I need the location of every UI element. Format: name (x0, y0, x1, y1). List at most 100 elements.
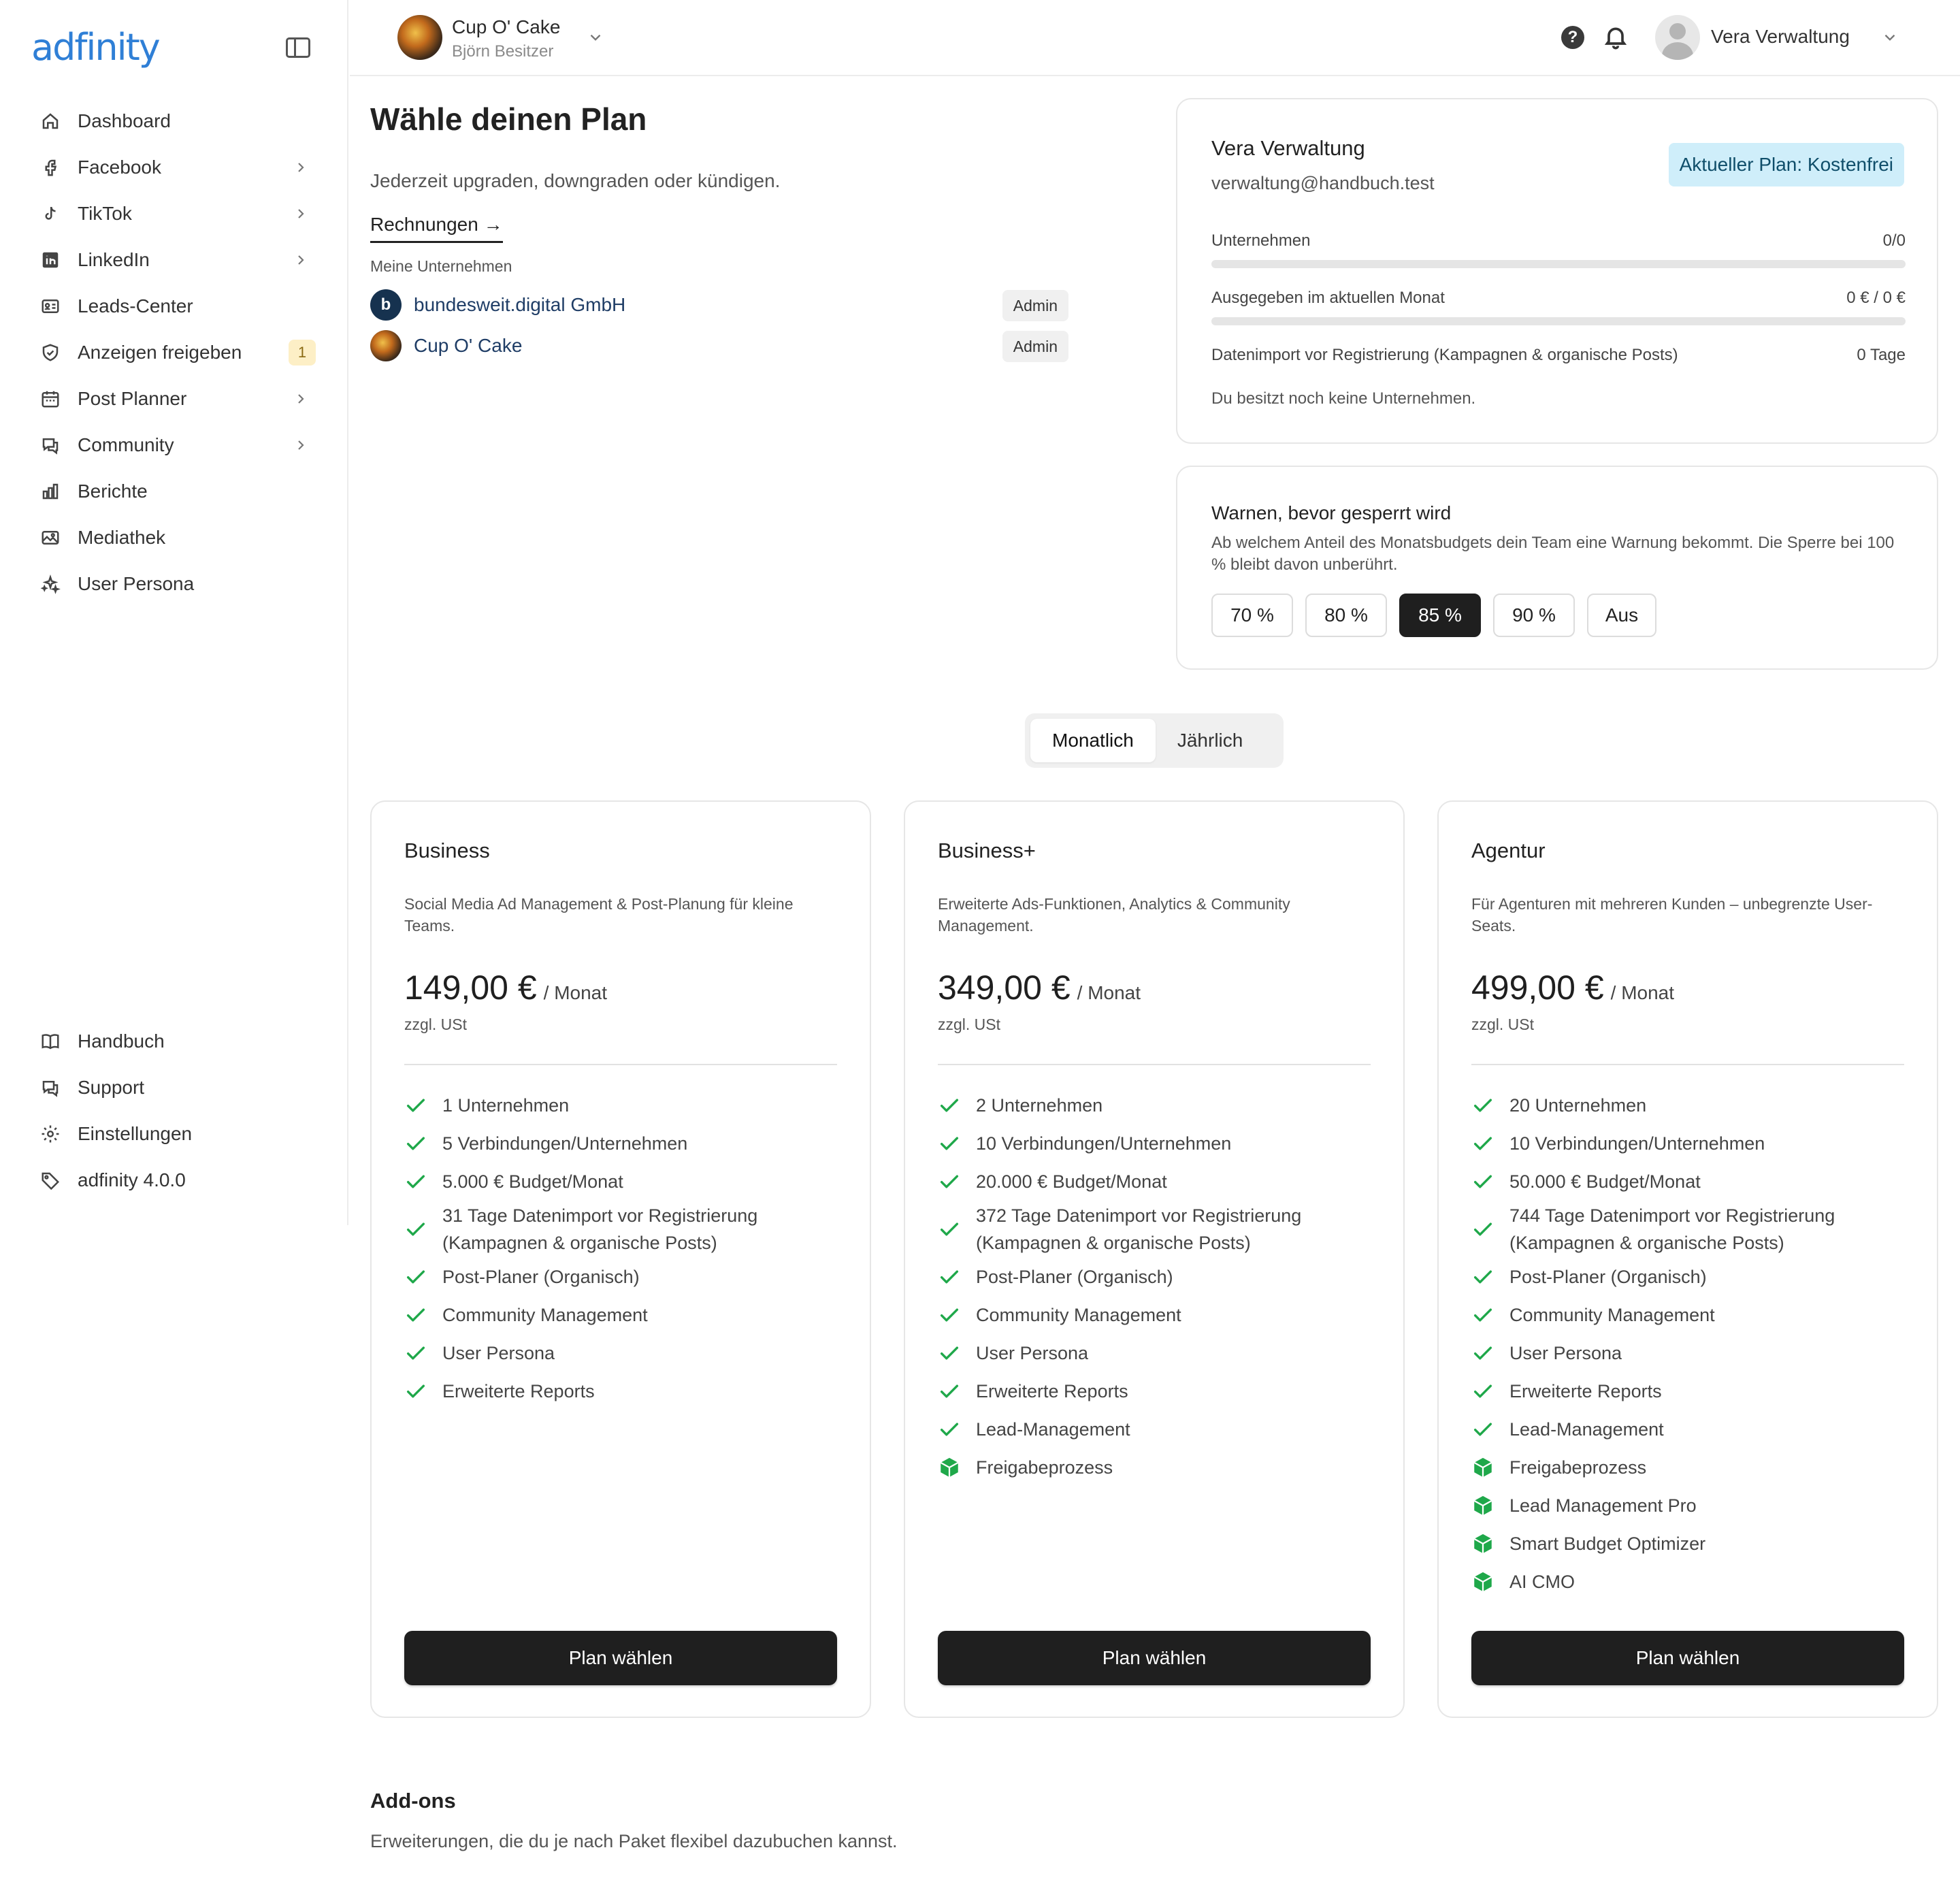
check-icon (1471, 1094, 1494, 1117)
feature-item: Post-Planer (Organisch) (404, 1258, 840, 1296)
sidebar-item-adfinity-4-0-0[interactable]: adfinity 4.0.0 (0, 1157, 348, 1203)
sidebar-item-mediathek[interactable]: Mediathek (0, 515, 348, 561)
threshold-option-80[interactable]: 80 % (1305, 594, 1387, 637)
sidebar-item-dashboard[interactable]: Dashboard (0, 98, 348, 144)
sidebar-item-post-planner[interactable]: Post Planner (0, 376, 348, 422)
check-icon (404, 1170, 427, 1193)
plan-card-agentur: Agentur Für Agenturen mit mehreren Kunden… (1437, 800, 1938, 1718)
choose-plan-button[interactable]: Plan wählen (404, 1631, 837, 1685)
feature-label: 10 Verbindungen/Unternehmen (976, 1133, 1232, 1154)
my-companies-label: Meine Unternehmen (370, 257, 512, 275)
sidebar-toggle-icon[interactable] (286, 37, 310, 58)
sidebar-item-leads-center[interactable]: Leads-Center (0, 283, 348, 329)
company-switcher-name[interactable]: Cup O' Cake (452, 16, 560, 38)
invoices-link[interactable]: Rechnungen → (370, 214, 503, 243)
check-icon (1471, 1265, 1494, 1288)
metric-label: Unternehmen (1211, 231, 1311, 250)
sidebar-item-user-persona[interactable]: User Persona (0, 561, 348, 607)
sidebar-item-berichte[interactable]: Berichte (0, 468, 348, 515)
feature-item: 10 Verbindungen/Unternehmen (938, 1124, 1373, 1163)
feature-item: Community Management (404, 1296, 840, 1334)
company-row[interactable]: b bundesweit.digital GmbH Admin (370, 287, 1068, 323)
feature-item: Post-Planer (Organisch) (938, 1258, 1373, 1296)
bell-icon[interactable] (1602, 23, 1629, 50)
user-avatar[interactable] (1655, 15, 1700, 60)
feature-label: Freigabeprozess (976, 1457, 1113, 1478)
sidebar-item-einstellungen[interactable]: Einstellungen (0, 1111, 348, 1157)
threshold-option-85[interactable]: 85 % (1399, 594, 1481, 637)
chevron-down-icon[interactable] (1881, 29, 1899, 46)
feature-label: 372 Tage Datenimport vor Registrierung (… (976, 1205, 1302, 1253)
check-icon (1471, 1342, 1494, 1365)
sidebar-item-facebook[interactable]: Facebook (0, 144, 348, 191)
threshold-option-70[interactable]: 70 % (1211, 594, 1293, 637)
metric-label: Ausgegeben im aktuellen Monat (1211, 289, 1445, 307)
feature-item: Erweiterte Reports (404, 1372, 840, 1410)
feature-label: AI CMO (1509, 1572, 1575, 1592)
threshold-option-aus[interactable]: Aus (1587, 594, 1656, 637)
feature-label: Smart Budget Optimizer (1509, 1533, 1706, 1554)
id-card-icon (39, 295, 61, 317)
plan-name: Agentur (1471, 839, 1546, 862)
sidebar-item-label: Anzeigen freigeben (78, 342, 242, 363)
check-icon (938, 1380, 961, 1403)
sidebar-item-anzeigen-freigeben[interactable]: Anzeigen freigeben 1 (0, 329, 348, 376)
check-icon (404, 1342, 427, 1365)
sidebar-item-tiktok[interactable]: TikTok (0, 191, 348, 237)
feature-item: Erweiterte Reports (938, 1372, 1373, 1410)
tiktok-icon (39, 203, 61, 225)
feature-item: Freigabeprozess (938, 1448, 1373, 1487)
feature-label: 2 Unternehmen (976, 1095, 1103, 1116)
check-icon (938, 1303, 961, 1327)
current-plan-badge: Aktueller Plan: Kostenfrei (1668, 143, 1904, 186)
plan-card-business: Business Social Media Ad Management & Pos… (370, 800, 871, 1718)
sidebar-item-handbuch[interactable]: Handbuch (0, 1018, 348, 1065)
account-metric: Datenimport vor Registrierung (Kampagnen… (1211, 346, 1906, 365)
chevron-down-icon[interactable] (587, 29, 604, 46)
brand-logo[interactable]: adfinity (31, 26, 161, 69)
check-icon (938, 1132, 961, 1155)
choose-plan-button[interactable]: Plan wählen (938, 1631, 1371, 1685)
feature-item: User Persona (1471, 1334, 1907, 1372)
sidebar-item-label: Leads-Center (78, 295, 193, 316)
company-switcher-owner: Björn Besitzer (452, 42, 554, 61)
sidebar-item-label: LinkedIn (78, 249, 150, 270)
account-metric: Unternehmen 0/0 (1211, 231, 1906, 268)
plan-name: Business (404, 839, 490, 862)
feature-label: Community Management (976, 1305, 1181, 1325)
feature-label: Erweiterte Reports (976, 1381, 1128, 1401)
top-bar: Cup O' Cake Björn Besitzer ? Vera Verwal… (350, 0, 1960, 76)
sidebar-item-label: Community (78, 434, 174, 455)
sidebar-item-linkedin[interactable]: LinkedIn (0, 237, 348, 283)
choose-plan-button[interactable]: Plan wählen (1471, 1631, 1904, 1685)
chevron-right-icon (293, 159, 309, 176)
feature-label: Community Management (442, 1305, 648, 1325)
company-row[interactable]: Cup O' Cake Admin (370, 328, 1068, 363)
feature-item: 5.000 € Budget/Monat (404, 1163, 840, 1201)
feature-item: User Persona (938, 1334, 1373, 1372)
addons-title: Add-ons (370, 1789, 456, 1813)
feature-item: 20.000 € Budget/Monat (938, 1163, 1373, 1201)
sidebar-item-support[interactable]: Support (0, 1065, 348, 1111)
sidebar-item-community[interactable]: Community (0, 422, 348, 468)
feature-label: Lead Management Pro (1509, 1495, 1697, 1516)
check-icon (1471, 1170, 1494, 1193)
feature-label: 744 Tage Datenimport vor Registrierung (… (1509, 1205, 1835, 1253)
threshold-option-90[interactable]: 90 % (1493, 594, 1575, 637)
account-name: Vera Verwaltung (1211, 136, 1365, 160)
feature-label: 5.000 € Budget/Monat (442, 1171, 623, 1192)
feature-item: Lead-Management (1471, 1410, 1907, 1448)
billing-yearly-option[interactable]: Jährlich (1156, 719, 1264, 762)
help-icon[interactable]: ? (1561, 26, 1584, 49)
user-menu-name[interactable]: Vera Verwaltung (1711, 26, 1850, 48)
plan-tax-note: zzgl. USt (404, 1016, 468, 1033)
brand-logo-text: adfinity (31, 26, 161, 69)
feature-item: Smart Budget Optimizer (1471, 1525, 1907, 1563)
billing-monthly-option[interactable]: Monatlich (1030, 719, 1156, 762)
tag-icon (39, 1169, 61, 1191)
sidebar-item-label: Mediathek (78, 527, 166, 548)
feature-label: User Persona (442, 1343, 555, 1363)
plan-period: / Monat (543, 982, 608, 1003)
company-avatar[interactable] (397, 15, 442, 60)
feature-label: Community Management (1509, 1305, 1715, 1325)
